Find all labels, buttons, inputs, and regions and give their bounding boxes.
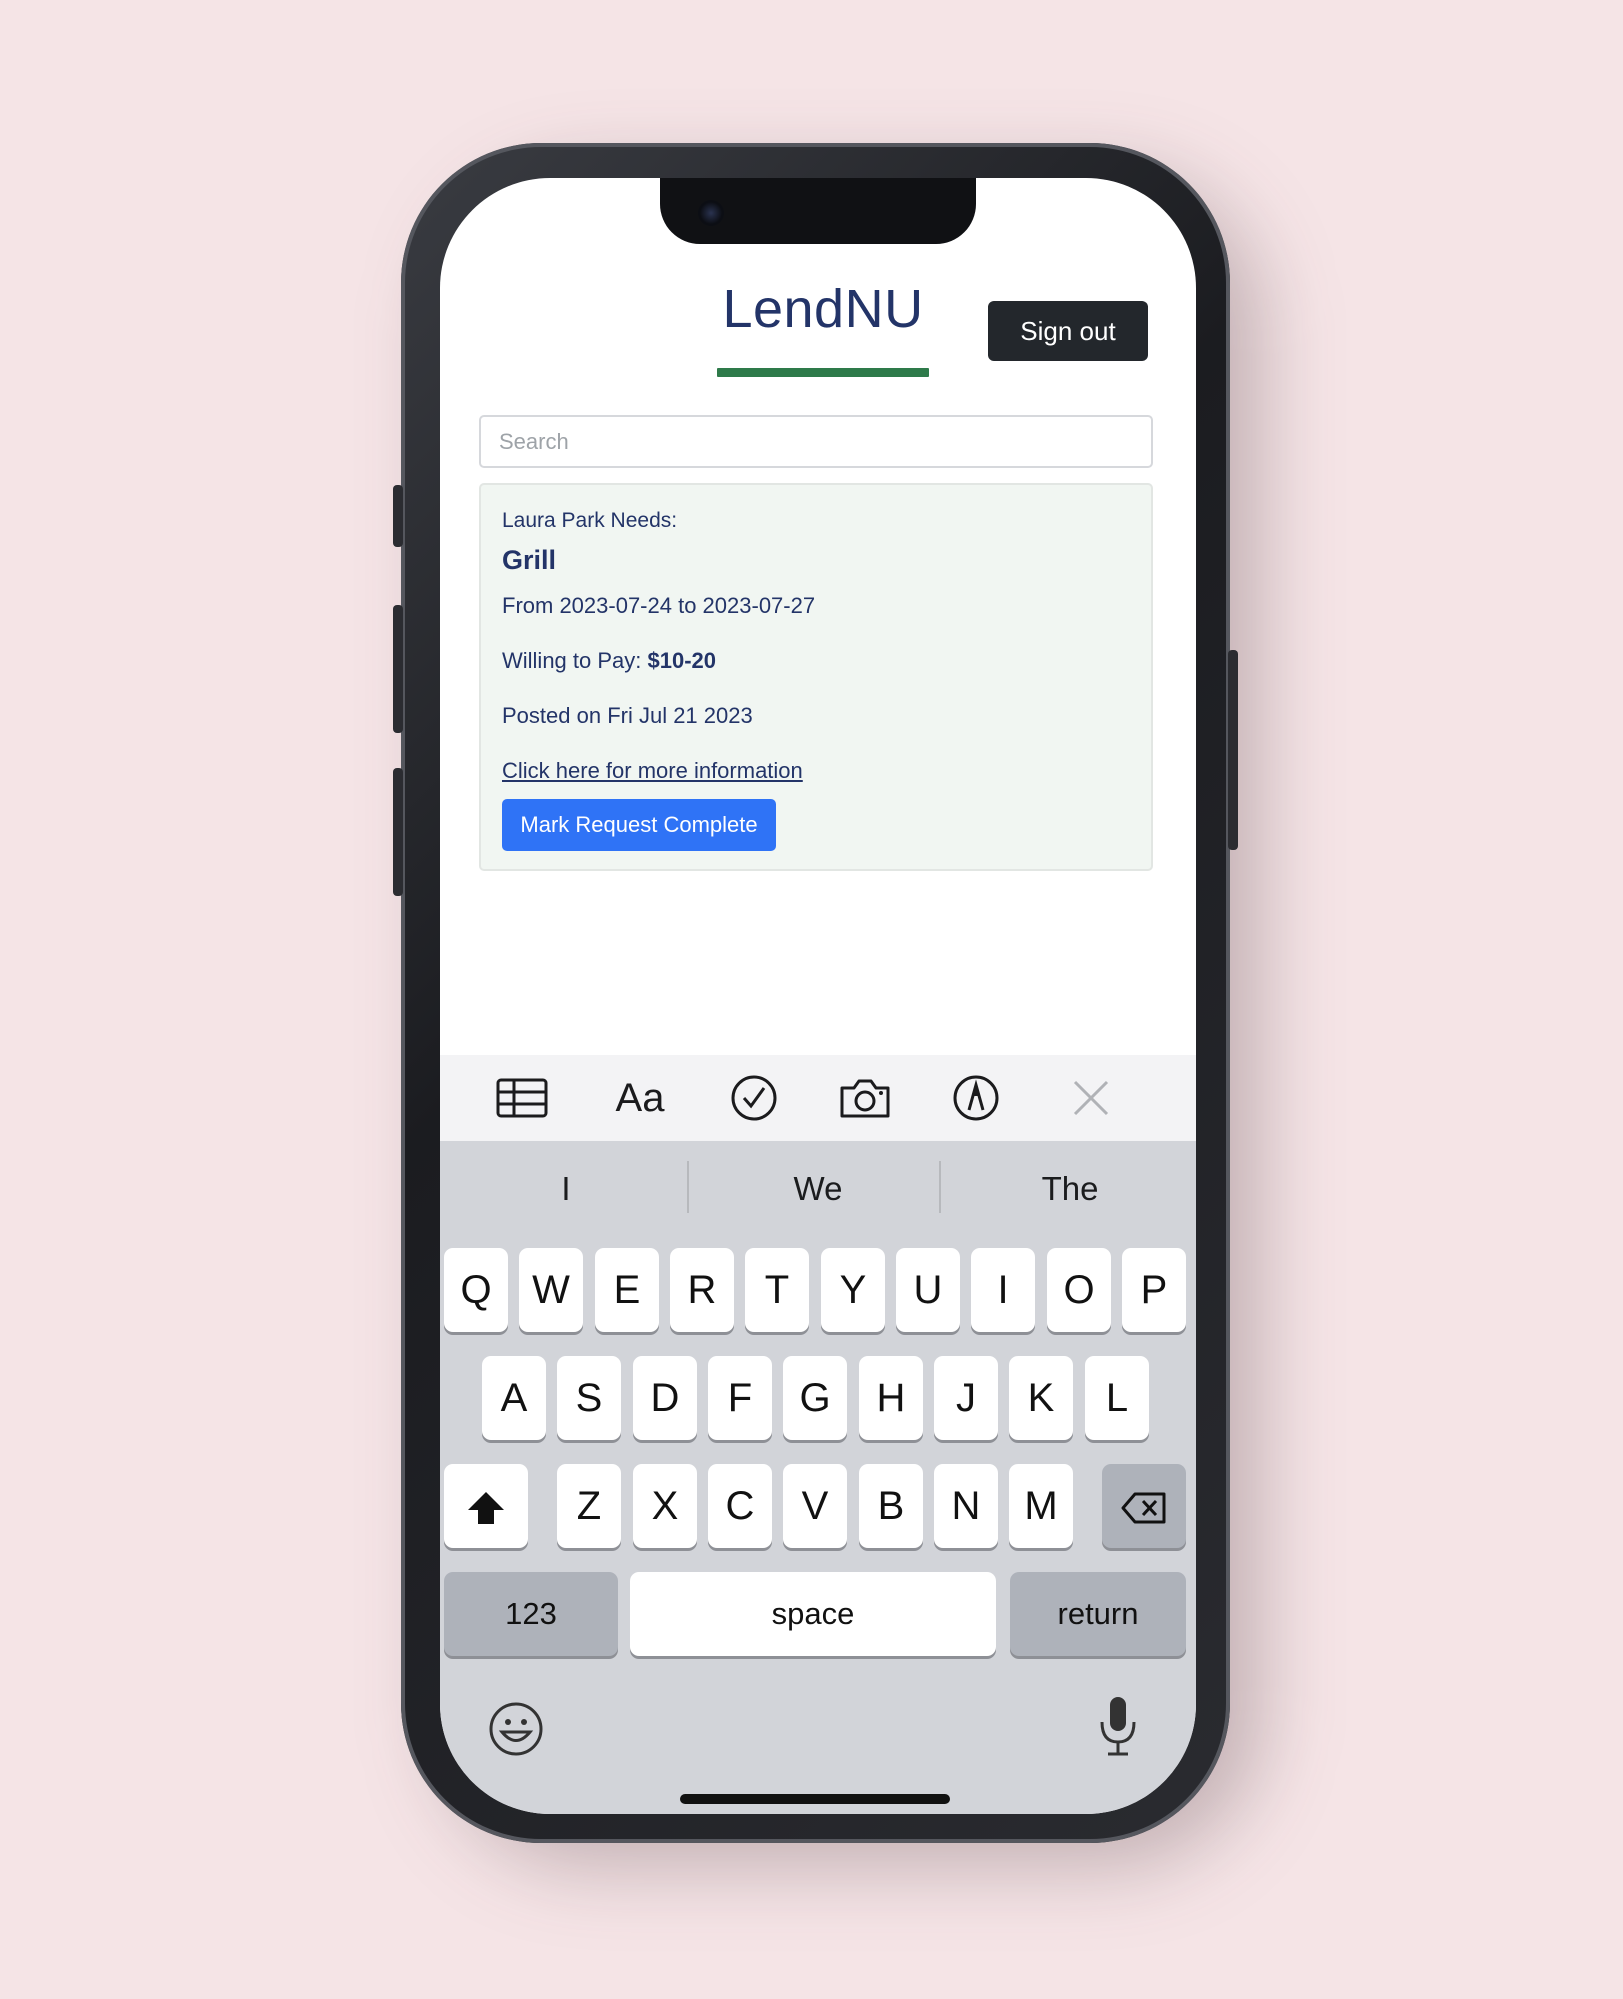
key-d[interactable]: D [633,1356,697,1440]
app-view: LendNU Sign out Laura Park Needs: Grill … [440,178,1196,1055]
key-g[interactable]: G [783,1356,847,1440]
key-m[interactable]: M [1009,1464,1073,1548]
pay-value: $10-20 [647,648,717,673]
suggestion-divider [687,1161,689,1213]
key-k[interactable]: K [1009,1356,1073,1440]
key-p[interactable]: P [1122,1248,1186,1332]
space-key[interactable]: space [630,1572,996,1656]
volume-up-button [393,605,403,733]
close-icon[interactable] [1063,1073,1119,1123]
suggestion-divider [939,1161,941,1213]
volume-down-button [393,768,403,896]
key-q[interactable]: Q [444,1248,508,1332]
power-button [1228,650,1238,850]
markup-icon[interactable] [948,1073,1004,1123]
requester-label: Laura Park Needs: [502,509,678,532]
app-logo: LendNU [722,279,924,339]
logo-underline [717,368,929,377]
key-j[interactable]: J [934,1356,998,1440]
camera-icon[interactable] [837,1073,893,1123]
suggestion-3[interactable]: The [944,1159,1196,1219]
key-f[interactable]: F [708,1356,772,1440]
request-item-title: Grill [502,545,557,575]
key-s[interactable]: S [557,1356,621,1440]
emoji-icon[interactable] [488,1701,544,1762]
key-r[interactable]: R [670,1248,734,1332]
posted-date: Posted on Fri Jul 21 2023 [502,703,753,728]
key-x[interactable]: X [633,1464,697,1548]
key-h[interactable]: H [859,1356,923,1440]
shift-key[interactable] [444,1464,528,1548]
request-dates: From 2023-07-24 to 2023-07-27 [502,593,816,618]
key-l[interactable]: L [1085,1356,1149,1440]
checklist-icon[interactable] [726,1073,782,1123]
mute-switch [393,485,403,547]
key-z[interactable]: Z [557,1464,621,1548]
search-input[interactable] [479,415,1153,468]
key-b[interactable]: B [859,1464,923,1548]
key-y[interactable]: Y [821,1248,885,1332]
home-indicator[interactable] [680,1794,950,1804]
key-w[interactable]: W [519,1248,583,1332]
key-e[interactable]: E [595,1248,659,1332]
key-i[interactable]: I [971,1248,1035,1332]
more-info-link[interactable]: Click here for more information [502,758,803,784]
key-v[interactable]: V [783,1464,847,1548]
willing-to-pay: Willing to Pay: $10-20 [502,648,716,674]
return-key[interactable]: return [1010,1572,1186,1656]
suggestion-2[interactable]: We [692,1159,944,1219]
table-icon[interactable] [494,1073,550,1123]
keyboard-toolbar: Aa [440,1055,1196,1141]
key-o[interactable]: O [1047,1248,1111,1332]
suggestion-1[interactable]: I [440,1159,692,1219]
key-n[interactable]: N [934,1464,998,1548]
key-u[interactable]: U [896,1248,960,1332]
key-a[interactable]: A [482,1356,546,1440]
pay-label: Willing to Pay: [502,648,642,673]
delete-key[interactable] [1102,1464,1186,1548]
request-card: Laura Park Needs: Grill From 2023-07-24 … [479,483,1153,871]
sign-out-button[interactable]: Sign out [988,301,1148,361]
microphone-icon[interactable] [1096,1694,1140,1763]
text-format-icon[interactable]: Aa [605,1073,675,1123]
numbers-key[interactable]: 123 [444,1572,618,1656]
key-c[interactable]: C [708,1464,772,1548]
notch [660,178,976,244]
phone-screen: LendNU Sign out Laura Park Needs: Grill … [440,178,1196,1814]
key-t[interactable]: T [745,1248,809,1332]
mark-complete-button[interactable]: Mark Request Complete [502,799,776,851]
front-camera-icon [698,200,724,226]
keyboard: I We The Q W E R T Y U I O P A S D F G H… [440,1141,1196,1814]
